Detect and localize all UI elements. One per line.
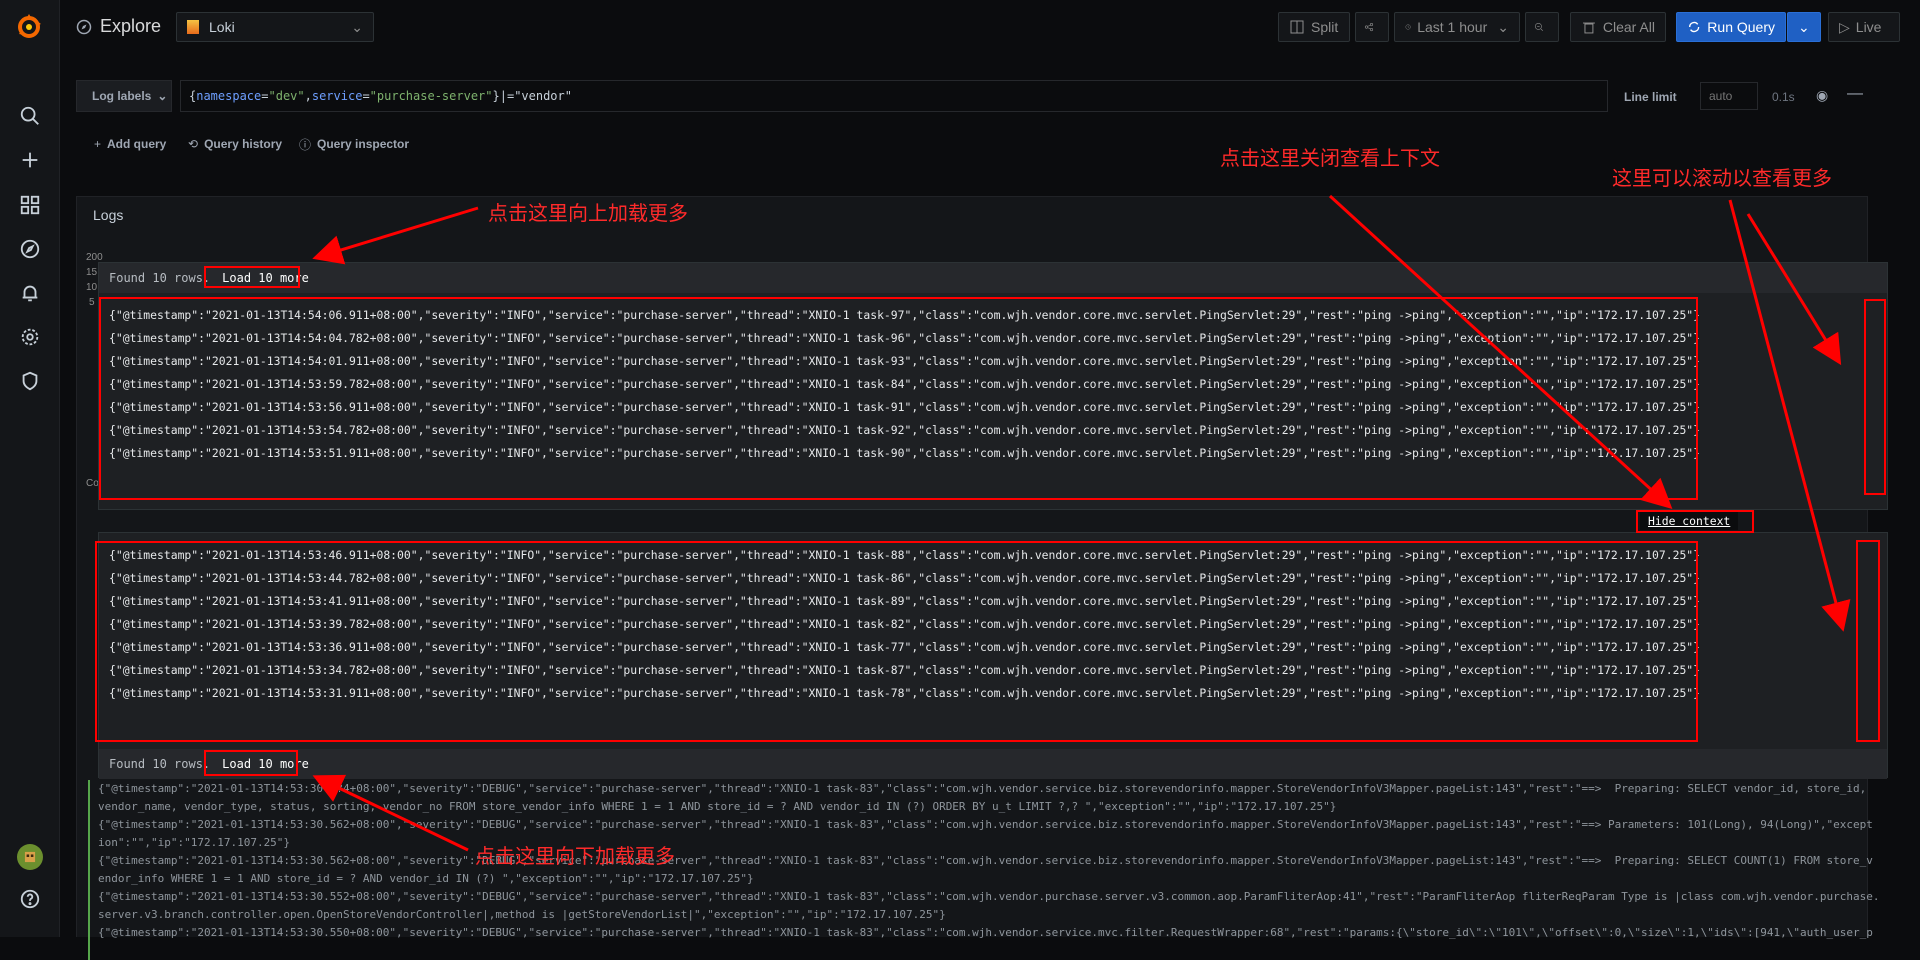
annotation-arrows bbox=[312, 194, 1851, 852]
arrow-close-context bbox=[1328, 194, 1673, 510]
arrow-scroll-below bbox=[1728, 199, 1851, 632]
arrow-load-down bbox=[312, 774, 469, 852]
arrow-scroll-above bbox=[1746, 213, 1842, 366]
arrow-load-up bbox=[312, 206, 479, 265]
